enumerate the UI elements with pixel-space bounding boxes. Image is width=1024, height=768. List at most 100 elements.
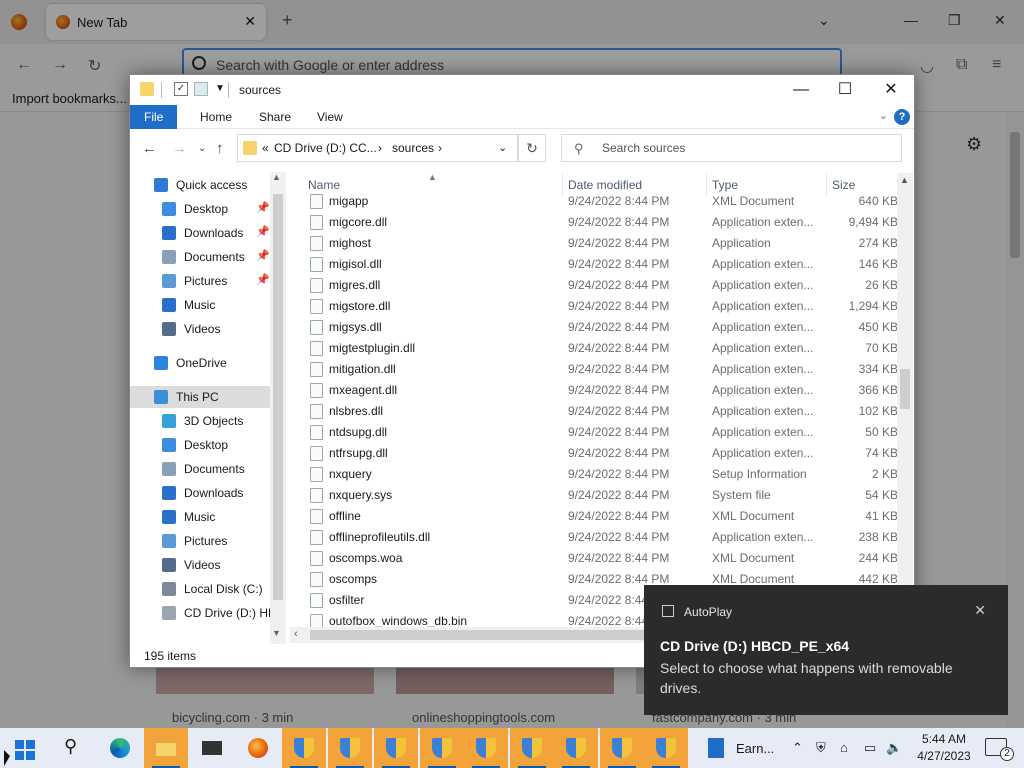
nav-item[interactable]: Pictures	[130, 530, 270, 552]
back-icon[interactable]: ←	[16, 56, 32, 74]
taskbar-uac-7[interactable]	[554, 728, 598, 768]
scroll-thumb[interactable]	[273, 194, 283, 600]
file-row[interactable]: nxquery.sys 9/24/2022 8:44 PM System file 5…	[290, 485, 902, 506]
taskbar-uac-2[interactable]	[328, 728, 372, 768]
nav-item[interactable]: Pictures 📌	[130, 270, 270, 292]
breadcrumb-sources[interactable]: sources	[392, 141, 434, 155]
taskbar-edge[interactable]	[98, 728, 142, 768]
nav-item[interactable]: CD Drive (D:) HB	[130, 602, 276, 624]
gear-icon[interactable]: ⚙	[966, 134, 982, 155]
file-row[interactable]: migres.dll 9/24/2022 8:44 PM Application e…	[290, 275, 902, 296]
breadcrumb-drive[interactable]: CD Drive (D:) CC...	[274, 141, 377, 155]
scroll-thumb[interactable]	[900, 369, 910, 409]
menu-icon[interactable]: ≡	[992, 56, 1001, 74]
help-icon[interactable]: ?	[894, 109, 910, 125]
import-bookmarks-link[interactable]: Import bookmarks...	[12, 91, 127, 106]
taskbar-uac-4[interactable]	[420, 728, 464, 768]
minimize-icon[interactable]: —	[778, 79, 824, 101]
properties-icon[interactable]: ✓	[174, 82, 188, 96]
story-source[interactable]: onlineshoppingtools.com	[412, 710, 555, 725]
list-tabs-chevron-icon[interactable]: ⌄	[818, 12, 830, 29]
nav-item[interactable]: Documents	[130, 458, 270, 480]
recent-locations-chevron-icon[interactable]: ⌄	[198, 143, 206, 154]
back-icon[interactable]: ←	[142, 140, 157, 157]
column-header-size[interactable]: Size	[832, 178, 855, 192]
story-source[interactable]: bicycling.com · 3 min	[172, 710, 293, 725]
scroll-up-icon[interactable]: ▲	[900, 175, 909, 185]
file-row[interactable]: migisol.dll 9/24/2022 8:44 PM Application …	[290, 254, 902, 275]
system-clock[interactable]: 5:44 AM 4/27/2023	[916, 731, 972, 765]
breadcrumb-separator[interactable]: ›	[378, 141, 382, 155]
tab-file[interactable]: File	[130, 105, 178, 129]
close-tab-icon[interactable]: ✕	[244, 13, 256, 30]
reload-icon[interactable]: ↻	[88, 56, 101, 76]
new-folder-icon[interactable]	[194, 82, 208, 96]
taskbar-mail[interactable]	[190, 728, 234, 768]
nav-item[interactable]: Music	[130, 506, 270, 528]
file-row[interactable]: mxeagent.dll 9/24/2022 8:44 PM Application…	[290, 380, 902, 401]
minimize-icon[interactable]: —	[904, 12, 918, 28]
taskbar-firefox[interactable]	[236, 728, 280, 768]
close-icon[interactable]: ✕	[974, 602, 986, 619]
taskbar-uac-6[interactable]	[510, 728, 554, 768]
nav-item[interactable]: Videos	[130, 554, 270, 576]
file-row[interactable]: migcore.dll 9/24/2022 8:44 PM Application …	[290, 212, 902, 233]
nav-item[interactable]: Music	[130, 294, 270, 316]
scroll-left-icon[interactable]: ‹	[294, 628, 298, 640]
close-icon[interactable]: ✕	[868, 79, 914, 101]
nav-item[interactable]: Downloads 📌	[130, 222, 270, 244]
file-row[interactable]: oscomps.woa 9/24/2022 8:44 PM XML Document…	[290, 548, 902, 569]
customize-toolbar-chevron-icon[interactable]: ▼	[215, 83, 225, 94]
taskbar-uac-8[interactable]	[600, 728, 644, 768]
taskbar-file-explorer[interactable]	[144, 728, 188, 768]
nav-item[interactable]: Downloads	[130, 482, 270, 504]
taskbar-uac-3[interactable]	[374, 728, 418, 768]
scroll-up-icon[interactable]: ▲	[272, 172, 281, 182]
file-row[interactable]: offline 9/24/2022 8:44 PM XML Document 41 K…	[290, 506, 902, 527]
nav-item[interactable]: This PC	[130, 386, 270, 408]
file-row[interactable]: migsys.dll 9/24/2022 8:44 PM Application e…	[290, 317, 902, 338]
restore-icon[interactable]: ❐	[948, 12, 961, 29]
nav-item[interactable]: Documents 📌	[130, 246, 270, 268]
nav-item[interactable]: Quick access	[130, 174, 270, 196]
file-list-scrollbar[interactable]: ▲	[897, 173, 913, 643]
nav-item[interactable]: Desktop	[130, 434, 270, 456]
tab-share[interactable]: Share	[245, 105, 305, 129]
nav-item[interactable]: Local Disk (C:)	[130, 578, 270, 600]
tab-home[interactable]: Home	[186, 105, 246, 129]
nav-item[interactable]: Videos	[130, 318, 270, 340]
scroll-down-icon[interactable]: ▼	[272, 628, 281, 638]
pocket-icon[interactable]: ◡	[920, 56, 934, 76]
address-dropdown-chevron-icon[interactable]: ⌄	[498, 141, 507, 154]
tab-new-tab[interactable]: New Tab ✕	[46, 4, 266, 40]
breadcrumb-separator[interactable]: ›	[438, 141, 442, 155]
autoplay-notification[interactable]: AutoPlay ✕ CD Drive (D:) HBCD_PE_x64 Sel…	[644, 585, 1008, 715]
file-row[interactable]: nxquery 9/24/2022 8:44 PM Setup Informatio…	[290, 464, 902, 485]
file-row[interactable]: migtestplugin.dll 9/24/2022 8:44 PM Applic…	[290, 338, 902, 359]
file-row[interactable]: ntdsupg.dll 9/24/2022 8:44 PM Application …	[290, 422, 902, 443]
forward-icon[interactable]: →	[172, 140, 187, 157]
column-header-type[interactable]: Type	[712, 178, 738, 192]
browser-scrollbar[interactable]	[1006, 112, 1024, 728]
file-row[interactable]: offlineprofileutils.dll 9/24/2022 8:44 PM…	[290, 527, 902, 548]
nav-item[interactable]: Desktop 📌	[130, 198, 270, 220]
expand-ribbon-chevron-icon[interactable]: ⌄	[879, 109, 888, 122]
taskbar-earn-app[interactable]: Earn...	[696, 728, 784, 768]
new-tab-icon[interactable]: +	[282, 10, 293, 31]
nav-item[interactable]: 3D Objects	[130, 410, 270, 432]
file-row[interactable]: nlsbres.dll 9/24/2022 8:44 PM Application …	[290, 401, 902, 422]
search-button[interactable]: ⚲	[50, 728, 94, 768]
file-row[interactable]: mighost 9/24/2022 8:44 PM Application 274 K…	[290, 233, 902, 254]
scroll-thumb[interactable]	[1010, 132, 1020, 258]
column-header-name[interactable]: Name	[308, 178, 340, 192]
file-row[interactable]: migapp 9/24/2022 8:44 PM XML Document 640 K…	[290, 191, 902, 212]
taskbar-uac-5[interactable]	[464, 728, 508, 768]
taskbar-uac-9[interactable]	[644, 728, 688, 768]
file-row[interactable]: migstore.dll 9/24/2022 8:44 PM Application…	[290, 296, 902, 317]
nav-item[interactable]: OneDrive	[130, 352, 270, 374]
maximize-icon[interactable]: ☐	[822, 79, 868, 101]
file-row[interactable]: mitigation.dll 9/24/2022 8:44 PM Applicati…	[290, 359, 902, 380]
forward-icon[interactable]: →	[52, 56, 68, 74]
column-header-date[interactable]: Date modified	[568, 178, 642, 192]
refresh-icon[interactable]: ↻	[518, 134, 546, 162]
